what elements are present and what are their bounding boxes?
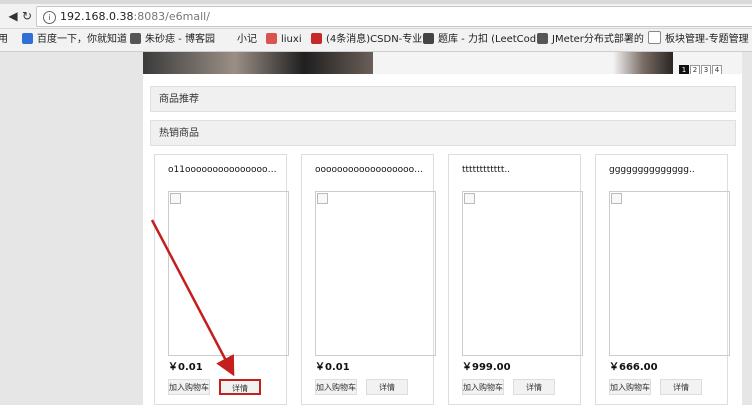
url-path: :8083/e6mall/ [133, 10, 210, 23]
bookmark-jmeter[interactable]: JMeter分布式部署的 [537, 29, 644, 51]
cnblogs-icon [537, 33, 548, 44]
product-name[interactable]: gggggggggggggg.. [609, 165, 721, 175]
url-host: 192.168.0.38 [60, 10, 134, 23]
product-card: gggggggggggggg.. ￥666.00 加入购物车 详情 [595, 154, 730, 405]
leetcode-icon [423, 33, 434, 44]
product-image[interactable] [462, 191, 583, 356]
wechat-icon [222, 33, 233, 44]
detail-button[interactable]: 详情 [660, 379, 702, 395]
pager-dot-4[interactable]: 4 [712, 65, 722, 74]
product-image[interactable] [315, 191, 436, 356]
left-gutter [0, 52, 143, 405]
banner-carousel: 1234 [143, 52, 742, 74]
bookmark-liuxi[interactable]: liuxi [266, 29, 302, 51]
banner-image-left [143, 52, 373, 74]
product-card: o11oooooooooooooooooooo ￥0.01 加入购物车 详情 [154, 154, 289, 405]
product-name[interactable]: tttttttttttt.. [462, 165, 574, 175]
product-price: ￥999.00 [462, 362, 511, 373]
detail-button[interactable]: 详情 [513, 379, 555, 395]
add-to-cart-button[interactable]: 加入购物车 [315, 379, 357, 395]
cnblogs-icon [130, 33, 141, 44]
url-input[interactable]: i 192.168.0.38:8083/e6mall/ [36, 6, 752, 27]
broken-image-icon [317, 193, 328, 204]
product-name[interactable]: ooooooooooooooooooooooo.. [315, 165, 427, 175]
right-gutter [742, 52, 752, 405]
document-icon [648, 31, 661, 44]
csdn-icon [311, 33, 322, 44]
product-card: ooooooooooooooooooooooo.. ￥0.01 加入购物车 详情 [301, 154, 436, 405]
product-card: tttttttttttt.. ￥999.00 加入购物车 详情 [448, 154, 583, 405]
section-hot: 热销商品 [150, 120, 736, 146]
bookmark-apps[interactable]: 用 [0, 29, 8, 51]
product-name[interactable]: o11oooooooooooooooooooo [168, 165, 280, 175]
pager-dot-2[interactable]: 2 [690, 65, 700, 74]
detail-button[interactable]: 详情 [219, 379, 261, 395]
product-price: ￥0.01 [315, 362, 350, 373]
reload-icon[interactable]: ↻ [18, 7, 36, 25]
mall-page: 1234 商品推荐 热销商品 o11oooooooooooooooooooo ￥… [143, 52, 742, 405]
bookmark-csdn[interactable]: (4条消息)CSDN-专业 [311, 29, 422, 51]
bookmark-board[interactable]: 板块管理-专题管理 [648, 29, 749, 51]
product-image[interactable] [609, 191, 730, 356]
product-price: ￥0.01 [168, 362, 203, 373]
section-recommend: 商品推荐 [150, 86, 736, 112]
liuxi-icon [266, 33, 277, 44]
baidu-paw-icon [22, 33, 33, 44]
bookmark-leetcode[interactable]: 题库 - 力扣 (LeetCod [423, 29, 536, 51]
product-image[interactable] [168, 191, 289, 356]
detail-button[interactable]: 详情 [366, 379, 408, 395]
bookmark-note[interactable]: 小记 [222, 29, 257, 51]
pager-dot-1[interactable]: 1 [679, 65, 689, 74]
product-price: ￥666.00 [609, 362, 658, 373]
broken-image-icon [464, 193, 475, 204]
broken-image-icon [611, 193, 622, 204]
add-to-cart-button[interactable]: 加入购物车 [168, 379, 210, 395]
add-to-cart-button[interactable]: 加入购物车 [609, 379, 651, 395]
address-bar: ◀ ↻ i 192.168.0.38:8083/e6mall/ [0, 4, 752, 29]
pager-dot-3[interactable]: 3 [701, 65, 711, 74]
bookmarks-bar: 用 百度一下，你就知道 朱砂痣 - 博客园 小记 liuxi (4条消息)CSD… [0, 29, 752, 52]
bookmark-baidu[interactable]: 百度一下，你就知道 [22, 29, 127, 51]
banner-image-right [613, 52, 673, 74]
bookmark-cnblogs[interactable]: 朱砂痣 - 博客园 [130, 29, 215, 51]
banner-pager: 1234 [678, 57, 722, 74]
info-icon[interactable]: i [43, 11, 56, 24]
broken-image-icon [170, 193, 181, 204]
add-to-cart-button[interactable]: 加入购物车 [462, 379, 504, 395]
